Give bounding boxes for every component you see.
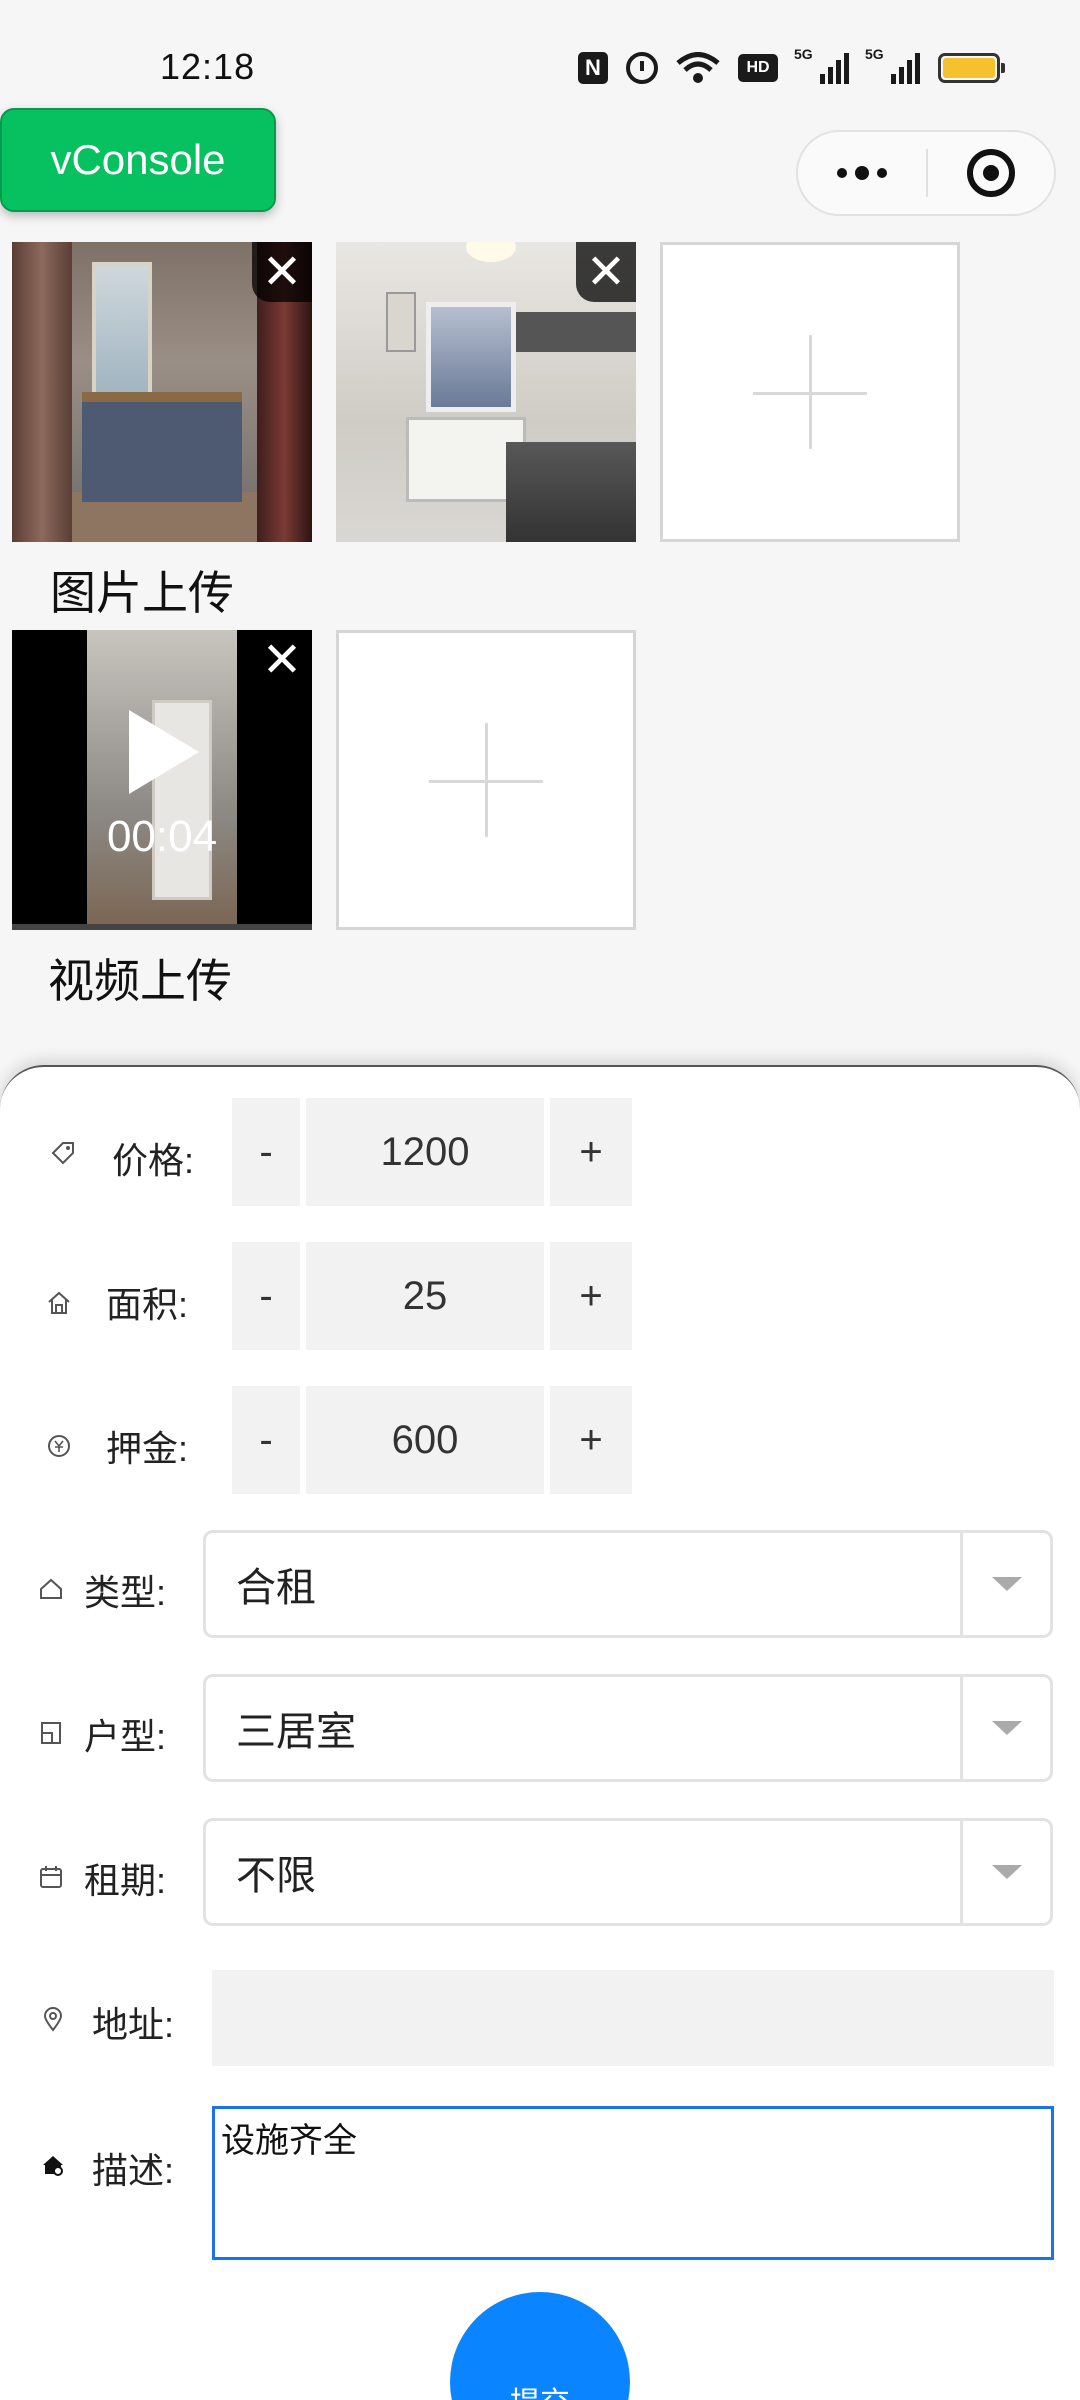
address-input[interactable] bbox=[212, 1970, 1054, 2066]
chevron-down-icon bbox=[991, 1721, 1022, 1735]
image-upload-label: 图片上传 bbox=[50, 567, 234, 619]
term-select[interactable]: 不限 bbox=[203, 1818, 1053, 1926]
close-miniprogram-button[interactable] bbox=[928, 132, 1054, 214]
uploaded-image-bedroom[interactable]: ✕ bbox=[12, 242, 312, 542]
wifi-icon bbox=[676, 52, 720, 83]
hd-voice-icon: HD bbox=[738, 54, 778, 82]
price-label: 价格: bbox=[112, 1140, 195, 1181]
signal-sim1-icon: 5G bbox=[794, 46, 849, 84]
description-textarea[interactable]: 设施齐全 bbox=[212, 2106, 1054, 2260]
miniprogram-capsule bbox=[796, 130, 1056, 216]
vconsole-button[interactable]: vConsole bbox=[0, 108, 276, 212]
term-dropdown-toggle[interactable] bbox=[960, 1821, 1050, 1923]
type-select[interactable]: 合租 bbox=[203, 1530, 1053, 1638]
more-menu-button[interactable] bbox=[798, 132, 926, 214]
location-pin-icon bbox=[43, 2007, 63, 2032]
video-duration: 00:04 bbox=[106, 812, 218, 861]
address-label: 地址: bbox=[92, 2004, 175, 2045]
video-upload-label: 视频上传 bbox=[48, 955, 232, 1007]
play-icon bbox=[129, 710, 199, 794]
home-filled-icon bbox=[43, 2156, 63, 2176]
term-label: 租期: bbox=[84, 1860, 167, 1901]
uploaded-video[interactable]: 00:04 ✕ bbox=[12, 630, 312, 930]
delete-video-button[interactable]: ✕ bbox=[252, 630, 312, 690]
yuan-coin-icon bbox=[48, 1435, 70, 1457]
status-time: 12:18 bbox=[160, 46, 256, 87]
type-label: 类型: bbox=[84, 1572, 167, 1613]
price-stepper: - 1200 + bbox=[232, 1098, 632, 1206]
nfc-icon: N bbox=[578, 52, 608, 84]
deposit-value[interactable]: 600 bbox=[306, 1386, 544, 1494]
add-image-button[interactable] bbox=[660, 242, 960, 542]
delete-image-button[interactable]: ✕ bbox=[252, 242, 312, 302]
calendar-icon bbox=[40, 1866, 62, 1888]
uploaded-image-kitchen[interactable]: ✕ bbox=[336, 242, 636, 542]
description-label: 描述: bbox=[92, 2150, 175, 2191]
layout-select[interactable]: 三居室 bbox=[203, 1674, 1053, 1782]
chevron-down-icon bbox=[991, 1865, 1022, 1879]
term-selected-value: 不限 bbox=[236, 1854, 316, 1898]
layout-dropdown-toggle[interactable] bbox=[960, 1677, 1050, 1779]
area-stepper: - 25 + bbox=[232, 1242, 632, 1350]
layout-label: 户型: bbox=[84, 1716, 167, 1757]
video-progress-bar bbox=[12, 924, 312, 930]
alarm-icon bbox=[626, 52, 658, 84]
status-icons: N HD 5G 5G bbox=[578, 46, 1005, 88]
house-icon bbox=[48, 1291, 70, 1314]
area-value[interactable]: 25 bbox=[306, 1242, 544, 1350]
price-tag-icon bbox=[51, 1142, 74, 1165]
price-value[interactable]: 1200 bbox=[306, 1098, 544, 1206]
layout-selected-value: 三居室 bbox=[236, 1710, 356, 1754]
chevron-down-icon bbox=[991, 1577, 1022, 1591]
floorplan-icon bbox=[41, 1722, 61, 1744]
area-minus-button[interactable]: - bbox=[232, 1242, 300, 1350]
add-video-button[interactable] bbox=[336, 630, 636, 930]
deposit-minus-button[interactable]: - bbox=[232, 1386, 300, 1494]
price-minus-button[interactable]: - bbox=[232, 1098, 300, 1206]
deposit-label: 押金: bbox=[106, 1428, 189, 1469]
price-plus-button[interactable]: + bbox=[550, 1098, 632, 1206]
target-icon bbox=[966, 149, 1015, 197]
type-selected-value: 合租 bbox=[236, 1566, 316, 1610]
signal-sim2-icon: 5G bbox=[865, 46, 920, 84]
type-dropdown-toggle[interactable] bbox=[960, 1533, 1050, 1635]
area-plus-button[interactable]: + bbox=[550, 1242, 632, 1350]
battery-icon bbox=[938, 53, 1005, 83]
deposit-plus-button[interactable]: + bbox=[550, 1386, 632, 1494]
deposit-stepper: - 600 + bbox=[232, 1386, 632, 1494]
delete-image-button[interactable]: ✕ bbox=[576, 242, 636, 302]
home-outline-icon bbox=[40, 1578, 62, 1599]
area-label: 面积: bbox=[106, 1284, 189, 1325]
